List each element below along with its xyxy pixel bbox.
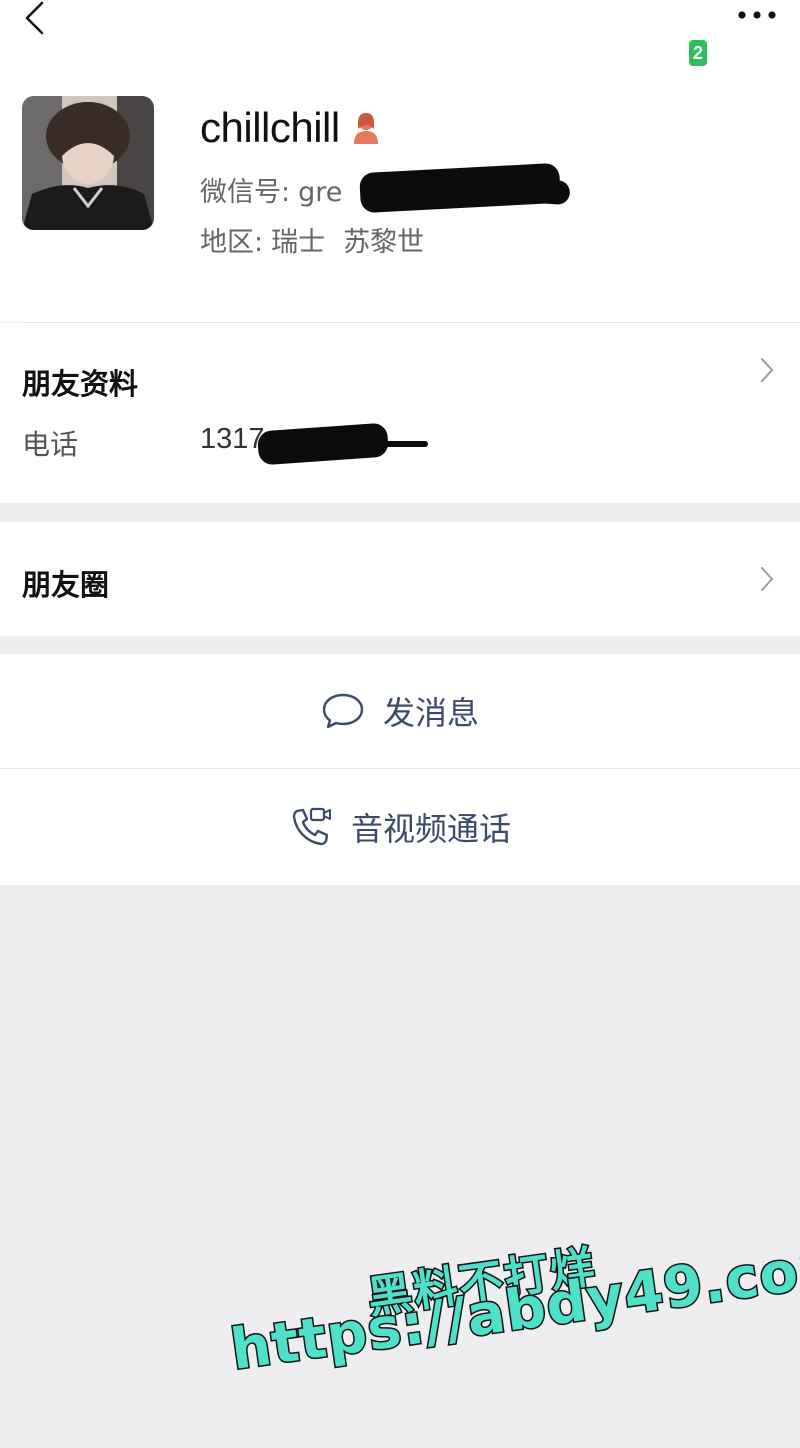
chevron-right-icon <box>758 355 776 385</box>
video-call-label: 音视频通话 <box>350 810 511 848</box>
redaction-mark <box>300 441 428 447</box>
region-country: 瑞士 <box>271 227 326 258</box>
chat-bubble-icon <box>321 689 365 733</box>
profile-header: 2 chillchill 微信号:greil1 地区:瑞士苏黎世 <box>0 0 800 322</box>
profile-name-row: chillchill <box>200 100 382 156</box>
chevron-right-icon <box>758 564 776 594</box>
video-call-button[interactable]: 音视频通话 <box>0 770 800 884</box>
profile-name: chillchill <box>200 104 340 151</box>
action-section: 发消息 音视频通话 <box>0 654 800 885</box>
phone-value[interactable]: 1317 <box>200 423 265 456</box>
friend-info-title: 朋友资料 <box>22 367 139 401</box>
more-dots-icon <box>738 11 776 19</box>
wechat-id-start: gre <box>298 177 343 208</box>
moments-section[interactable]: 朋友圈 <box>0 522 800 636</box>
phone-label: 电话 <box>22 428 79 461</box>
region-line: 地区: 瑞士 苏黎世 <box>200 220 424 259</box>
divider <box>0 768 800 769</box>
status-badge: 2 <box>689 40 707 66</box>
region-label: 地区: <box>200 227 264 258</box>
moments-title: 朋友圈 <box>22 568 110 602</box>
region-city: 苏黎世 <box>343 227 425 258</box>
send-message-button[interactable]: 发消息 <box>0 654 800 768</box>
avatar-portrait <box>22 96 154 230</box>
more-options-button[interactable] <box>734 2 780 28</box>
phone-video-icon <box>289 805 333 849</box>
send-message-label: 发消息 <box>382 694 479 732</box>
chevron-left-icon <box>25 1 44 35</box>
friend-info-section[interactable]: 朋友资料 电话 1317 <box>0 323 800 503</box>
avatar[interactable] <box>22 96 154 230</box>
female-user-icon <box>350 110 382 146</box>
wechat-id-label: 微信号: <box>200 177 291 208</box>
back-button[interactable] <box>14 0 54 36</box>
